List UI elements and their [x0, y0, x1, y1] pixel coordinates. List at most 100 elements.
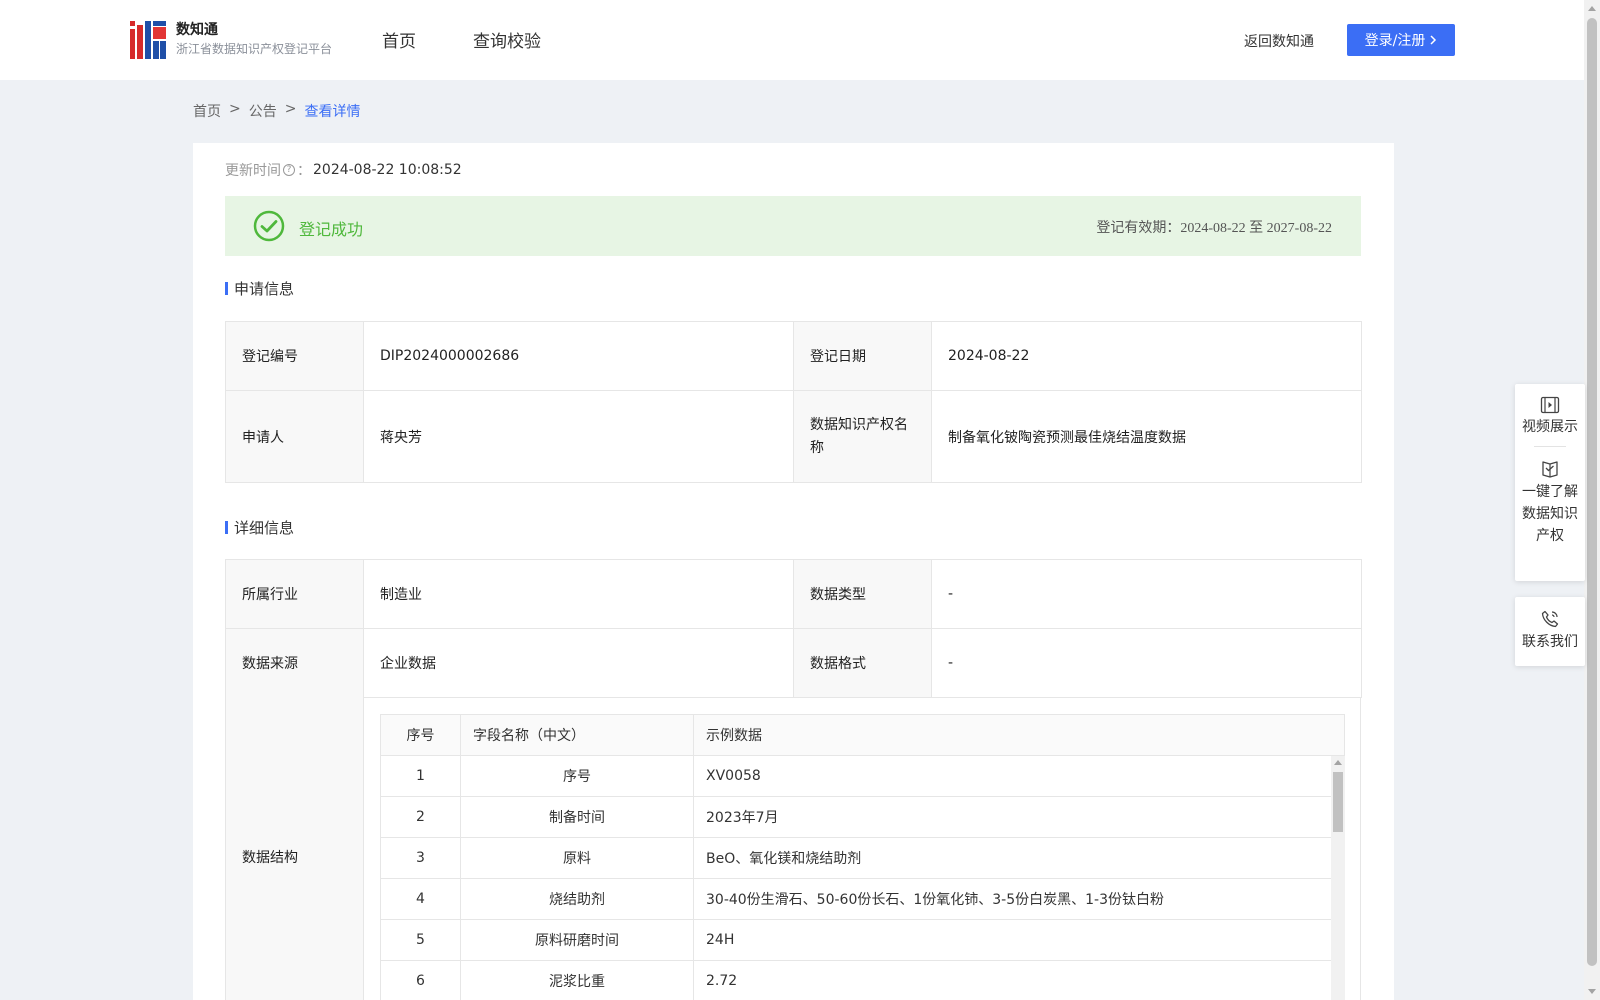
- data-structure-label: 数据结构: [226, 697, 364, 1000]
- book-icon: [1542, 461, 1558, 478]
- learn-ip-button[interactable]: 一键了解 数据知识 产权: [1515, 455, 1585, 547]
- cell-example: BeO、氧化镁和烧结助剂: [693, 837, 1345, 879]
- scrollbar-thumb[interactable]: [1587, 18, 1597, 966]
- side-panel-contact: 联系我们: [1515, 597, 1585, 666]
- contact-us-button[interactable]: 联系我们: [1515, 597, 1585, 653]
- table-row: 6 泥浆比重 2.72: [380, 960, 1345, 1000]
- nav-home[interactable]: 首页: [382, 27, 416, 52]
- table-row: 5 原料研磨时间 24H: [380, 919, 1345, 961]
- brand: 数知通 浙江省数据知识产权登记平台: [176, 20, 332, 58]
- reg-no-label: 登记编号: [225, 321, 364, 391]
- validity-dates: 2024-08-22 至 2027-08-22: [1180, 221, 1332, 236]
- table-row: 3 原料 BeO、氧化镁和烧结助剂: [380, 837, 1345, 879]
- format-value: -: [931, 628, 1362, 698]
- table-row: 登记编号 DIP2024000002686 登记日期 2024-08-22: [225, 321, 1362, 391]
- status-banner: 登记成功 登记有效期：2024-08-22 至 2027-08-22: [225, 196, 1361, 256]
- cell-index: 4: [380, 878, 461, 920]
- top-header: 数知通 浙江省数据知识产权登记平台 首页 查询校验 返回数知通 登录/注册: [0, 0, 1584, 80]
- cell-index: 1: [380, 755, 461, 797]
- applicant-value: 蒋央芳: [363, 390, 794, 483]
- section-title-text: 申请信息: [234, 280, 295, 298]
- table-scrollbar-thumb[interactable]: [1333, 772, 1343, 832]
- data-type-value: -: [931, 559, 1362, 629]
- section-title-text: 详细信息: [234, 519, 295, 537]
- cell-field-name: 烧结助剂: [460, 878, 694, 920]
- cell-example: 24H: [693, 919, 1345, 961]
- side-panel-main: 视频展示 一键了解 数据知识 产权: [1515, 384, 1585, 581]
- industry-label: 所属行业: [225, 559, 364, 629]
- data-structure-table: 序号 字段名称（中文） 示例数据 1 序号 XV0058 2 制备时间 2023…: [380, 714, 1345, 1000]
- reg-date-value: 2024-08-22: [931, 321, 1362, 391]
- breadcrumb-home[interactable]: 首页: [193, 101, 221, 121]
- ip-name-label: 数据知识产权名称: [793, 390, 932, 483]
- reg-date-label: 登记日期: [793, 321, 932, 391]
- section-marker: [225, 282, 228, 295]
- section-marker: [225, 521, 228, 534]
- video-icon: [1540, 396, 1560, 414]
- table-row: 4 烧结助剂 30-40份生滑石、50-60份长石、1份氧化铈、3-5份白炭黑、…: [380, 878, 1345, 920]
- scroll-down-arrow-icon[interactable]: [1588, 989, 1596, 994]
- chevron-right-icon: [1430, 35, 1437, 45]
- section-title-application: 申请信息: [225, 278, 294, 299]
- video-showcase-label: 视频展示: [1522, 419, 1578, 435]
- video-showcase-button[interactable]: 视频展示: [1515, 384, 1585, 438]
- breadcrumb-separator: >: [284, 101, 297, 117]
- reg-no-value: DIP2024000002686: [363, 321, 794, 391]
- data-type-label: 数据类型: [793, 559, 932, 629]
- section-title-details: 详细信息: [225, 517, 294, 538]
- colon: ：: [297, 163, 311, 179]
- learn-ip-line2: 数据知识: [1522, 506, 1578, 522]
- brand-logo-icon[interactable]: [130, 21, 166, 59]
- table-row: 2 制备时间 2023年7月: [380, 796, 1345, 838]
- login-register-button[interactable]: 登录/注册: [1347, 24, 1455, 56]
- cell-index: 3: [380, 837, 461, 879]
- ip-name-value: 制备氧化铍陶瓷预测最佳烧结温度数据: [931, 390, 1362, 483]
- learn-ip-line3: 产权: [1536, 528, 1564, 544]
- status-text: 登记成功: [299, 220, 364, 239]
- cell-index: 2: [380, 796, 461, 838]
- table-header-row: 序号 字段名称（中文） 示例数据: [380, 714, 1345, 756]
- table-row: 数据来源 企业数据 数据格式 -: [225, 628, 1362, 698]
- cell-example: XV0058: [693, 755, 1345, 797]
- brand-name: 数知通: [176, 22, 218, 38]
- update-time-row: 更新时间 ? ： 2024-08-22 10:08:52: [225, 160, 462, 180]
- scroll-up-arrow-icon[interactable]: [1334, 760, 1342, 765]
- format-label: 数据格式: [793, 628, 932, 698]
- table-row: 所属行业 制造业 数据类型 -: [225, 559, 1362, 629]
- application-table: 登记编号 DIP2024000002686 登记日期 2024-08-22 申请…: [225, 321, 1362, 483]
- cell-field-name: 序号: [460, 755, 694, 797]
- back-link[interactable]: 返回数知通: [1244, 31, 1314, 51]
- column-header-example: 示例数据: [693, 714, 1345, 756]
- page-scrollbar[interactable]: [1584, 0, 1600, 1000]
- source-label: 数据来源: [225, 628, 364, 698]
- contact-us-label: 联系我们: [1522, 634, 1578, 650]
- cell-example: 2.72: [693, 960, 1345, 1000]
- update-time-value: 2024-08-22 10:08:52: [313, 162, 462, 178]
- breadcrumb: 首页 > 公告 > 查看详情: [193, 101, 360, 121]
- divider: [1534, 446, 1566, 447]
- check-circle-icon: [253, 210, 285, 242]
- cell-field-name: 泥浆比重: [460, 960, 694, 1000]
- scroll-up-arrow-icon[interactable]: [1588, 6, 1596, 11]
- source-value: 企业数据: [363, 628, 794, 698]
- brand-subtitle: 浙江省数据知识产权登记平台: [176, 42, 333, 56]
- table-row: 1 序号 XV0058: [380, 755, 1345, 797]
- table-row: 申请人 蒋央芳 数据知识产权名称 制备氧化铍陶瓷预测最佳烧结温度数据: [225, 390, 1362, 483]
- help-icon[interactable]: ?: [283, 164, 295, 176]
- cell-field-name: 制备时间: [460, 796, 694, 838]
- update-time-label: 更新时间: [225, 163, 281, 179]
- breadcrumb-notice[interactable]: 公告: [249, 101, 277, 121]
- validity-label: 登记有效期：: [1096, 220, 1181, 236]
- nav-query-verify[interactable]: 查询校验: [473, 27, 541, 52]
- cell-example: 30-40份生滑石、50-60份长石、1份氧化铈、3-5份白炭黑、1-3份钛白粉: [693, 878, 1345, 920]
- login-label: 登录/注册: [1364, 33, 1426, 49]
- applicant-label: 申请人: [225, 390, 364, 483]
- learn-ip-line1: 一键了解: [1522, 484, 1578, 500]
- main-nav: 首页 查询校验: [382, 27, 541, 52]
- phone-icon: [1541, 610, 1559, 628]
- cell-field-name: 原料: [460, 837, 694, 879]
- table-scrollbar[interactable]: [1331, 756, 1345, 1000]
- details-table: 所属行业 制造业 数据类型 - 数据来源 企业数据 数据格式 -: [225, 559, 1362, 698]
- column-header-field-name: 字段名称（中文）: [460, 714, 694, 756]
- breadcrumb-current: 查看详情: [304, 104, 361, 120]
